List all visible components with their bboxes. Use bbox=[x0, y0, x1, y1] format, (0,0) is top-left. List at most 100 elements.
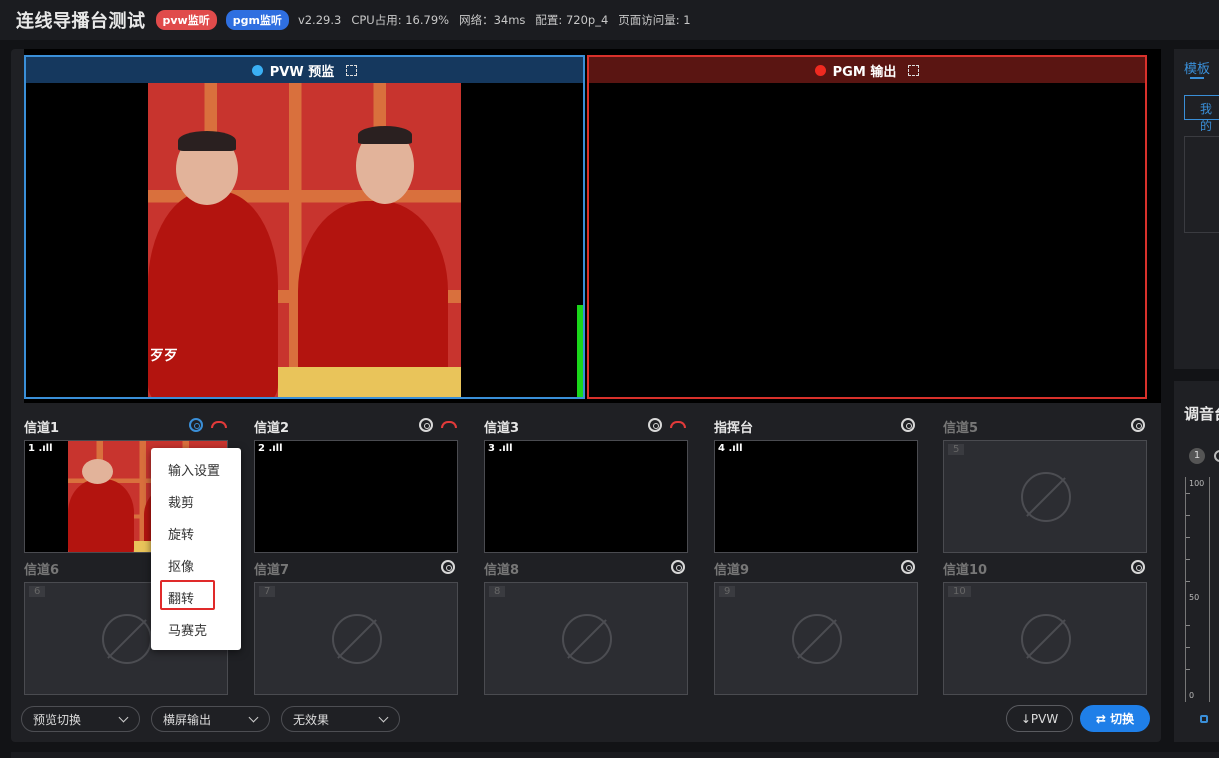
channel-number: 10 bbox=[948, 586, 971, 597]
menu-item-rotate[interactable]: 旋转 bbox=[168, 524, 194, 543]
mixer-title: 调音台 bbox=[1184, 405, 1219, 423]
channel-label: 信道7 bbox=[254, 563, 290, 578]
settings-icon[interactable] bbox=[419, 418, 433, 432]
pvw-monitor[interactable]: PVW 预监 歹歹 bbox=[24, 55, 585, 399]
menu-item-mosaic[interactable]: 马赛克 bbox=[168, 620, 207, 639]
channel-label: 信道10 bbox=[943, 563, 988, 578]
channel-label: 信道5 bbox=[943, 421, 979, 436]
config-text: 配置: 720p_4 bbox=[535, 13, 609, 27]
channel-tile[interactable]: 3 .ıll bbox=[484, 440, 688, 553]
to-pvw-button[interactable]: ↓PVW bbox=[1006, 705, 1073, 732]
channel-label: 信道2 bbox=[254, 421, 290, 436]
channel-tile[interactable]: 4 .ıll bbox=[714, 440, 918, 553]
app-title: 连线导播台测试 bbox=[16, 11, 146, 32]
cut-button[interactable]: ⇄ 切换 bbox=[1080, 705, 1150, 732]
pgm-monitor[interactable]: PGM 输出 bbox=[587, 55, 1147, 399]
channel-label: 信道1 bbox=[24, 421, 60, 436]
channel-number: 8 bbox=[489, 586, 506, 597]
channel-label: 信道3 bbox=[484, 421, 520, 436]
template-panel: 模板 我的 bbox=[1174, 49, 1219, 369]
tab-template[interactable]: 模板 bbox=[1184, 58, 1210, 77]
volume-icon[interactable] bbox=[1200, 715, 1208, 723]
settings-icon[interactable] bbox=[901, 560, 915, 574]
channel-tile-empty[interactable]: 7 bbox=[254, 582, 458, 695]
version-text: v2.29.3 bbox=[297, 13, 342, 27]
pgm-header: PGM 输出 bbox=[589, 57, 1145, 83]
pgm-monitor-badge[interactable]: pgm监听 bbox=[225, 10, 289, 30]
page-visits-text: 页面访问量: 1 bbox=[618, 13, 691, 27]
settings-icon[interactable] bbox=[1131, 560, 1145, 574]
dropdown-value: 横屏输出 bbox=[163, 712, 212, 727]
effect-dropdown[interactable]: 无效果 bbox=[281, 706, 400, 732]
hangup-icon[interactable] bbox=[211, 421, 227, 428]
settings-icon[interactable] bbox=[648, 418, 662, 432]
channel-label: 信道9 bbox=[714, 563, 750, 578]
preview-switch-dropdown[interactable]: 预览切换 bbox=[21, 706, 140, 732]
pvw-video: 歹歹 bbox=[26, 83, 583, 397]
scale-label-bottom: 0 bbox=[1189, 691, 1195, 700]
top-bar: 连线导播台测试 pvw监听 pgm监听 v2.29.3 CPU占用: 16.79… bbox=[0, 0, 1219, 40]
chevron-down-icon bbox=[118, 712, 129, 723]
channel-tile-empty[interactable]: 9 bbox=[714, 582, 918, 695]
scale-label-top: 100 bbox=[1189, 479, 1205, 488]
pgm-status-dot bbox=[814, 64, 826, 76]
channel-number: 9 bbox=[719, 586, 736, 597]
settings-icon[interactable] bbox=[671, 560, 685, 574]
channel-signal: 2 .ıll bbox=[258, 443, 283, 454]
settings-icon[interactable] bbox=[441, 560, 455, 574]
pvw-status-dot bbox=[251, 64, 263, 76]
mixer-panel: 调音台 1 100 50 0 bbox=[1174, 381, 1219, 742]
menu-item-input-settings[interactable]: 输入设置 bbox=[168, 460, 220, 479]
channel-tile-empty[interactable]: 8 bbox=[484, 582, 688, 695]
pgm-video bbox=[589, 83, 1145, 397]
channel-signal: 1 .ıll bbox=[28, 443, 53, 454]
settings-icon[interactable] bbox=[1131, 418, 1145, 432]
pgm-label: PGM 输出 bbox=[832, 64, 897, 80]
no-signal-icon bbox=[1021, 472, 1071, 522]
no-signal-icon bbox=[562, 614, 612, 664]
hangup-icon[interactable] bbox=[670, 421, 686, 428]
bottom-controls: 预览切换 横屏输出 无效果 ↓PVW ⇄ 切换 bbox=[11, 699, 1161, 742]
settings-icon[interactable] bbox=[189, 418, 203, 432]
mixer-channel-number: 1 bbox=[1189, 448, 1205, 464]
channel-tile-empty[interactable]: 5 bbox=[943, 440, 1147, 553]
fullscreen-icon[interactable] bbox=[908, 64, 920, 76]
active-tab-indicator bbox=[1190, 77, 1204, 79]
volume-scale: 100 50 0 bbox=[1185, 477, 1210, 702]
settings-icon[interactable] bbox=[901, 418, 915, 432]
channel-label: 指挥台 bbox=[714, 421, 754, 436]
bottom-scroll-strip bbox=[11, 752, 1219, 758]
no-signal-icon bbox=[792, 614, 842, 664]
channel-tile-empty[interactable]: 10 bbox=[943, 582, 1147, 695]
menu-item-keying[interactable]: 抠像 bbox=[168, 556, 194, 575]
chevron-down-icon bbox=[378, 712, 389, 723]
no-signal-icon bbox=[1021, 614, 1071, 664]
channel-signal: 3 .ıll bbox=[488, 443, 513, 454]
menu-item-crop[interactable]: 裁剪 bbox=[168, 492, 194, 511]
no-signal-icon bbox=[102, 614, 152, 664]
highlight-box bbox=[160, 580, 215, 610]
output-orientation-dropdown[interactable]: 横屏输出 bbox=[151, 706, 270, 732]
scale-label-mid: 50 bbox=[1189, 593, 1200, 602]
template-thumbnail[interactable] bbox=[1184, 136, 1219, 233]
network-latency-text: 网络：34ms bbox=[459, 13, 526, 27]
dropdown-value: 预览切换 bbox=[33, 712, 82, 727]
channel-signal: 4 .ıll bbox=[718, 443, 743, 454]
channel-tile[interactable]: 2 .ıll bbox=[254, 440, 458, 553]
monitor-area: PVW 预监 歹歹 PGM 输出 bbox=[24, 49, 1161, 403]
fullscreen-icon[interactable] bbox=[346, 64, 358, 76]
channel-number: 5 bbox=[948, 444, 965, 455]
hangup-icon[interactable] bbox=[441, 421, 457, 428]
mixer-channel-icon[interactable] bbox=[1214, 450, 1219, 462]
pvw-label: PVW 预监 bbox=[269, 64, 335, 80]
no-signal-icon bbox=[332, 614, 382, 664]
channel-number: 6 bbox=[29, 586, 46, 597]
channel-label: 信道6 bbox=[24, 563, 60, 578]
pvw-video-frame: 歹歹 bbox=[148, 83, 461, 397]
video-caption: 歹歹 bbox=[150, 348, 178, 364]
my-templates-button[interactable]: 我的 bbox=[1184, 95, 1219, 133]
channel-context-menu: 输入设置 裁剪 旋转 抠像 翻转 马赛克 bbox=[151, 448, 241, 650]
channel-number: 7 bbox=[259, 586, 276, 597]
pvw-monitor-badge[interactable]: pvw监听 bbox=[155, 10, 217, 30]
dropdown-value: 无效果 bbox=[293, 712, 330, 727]
